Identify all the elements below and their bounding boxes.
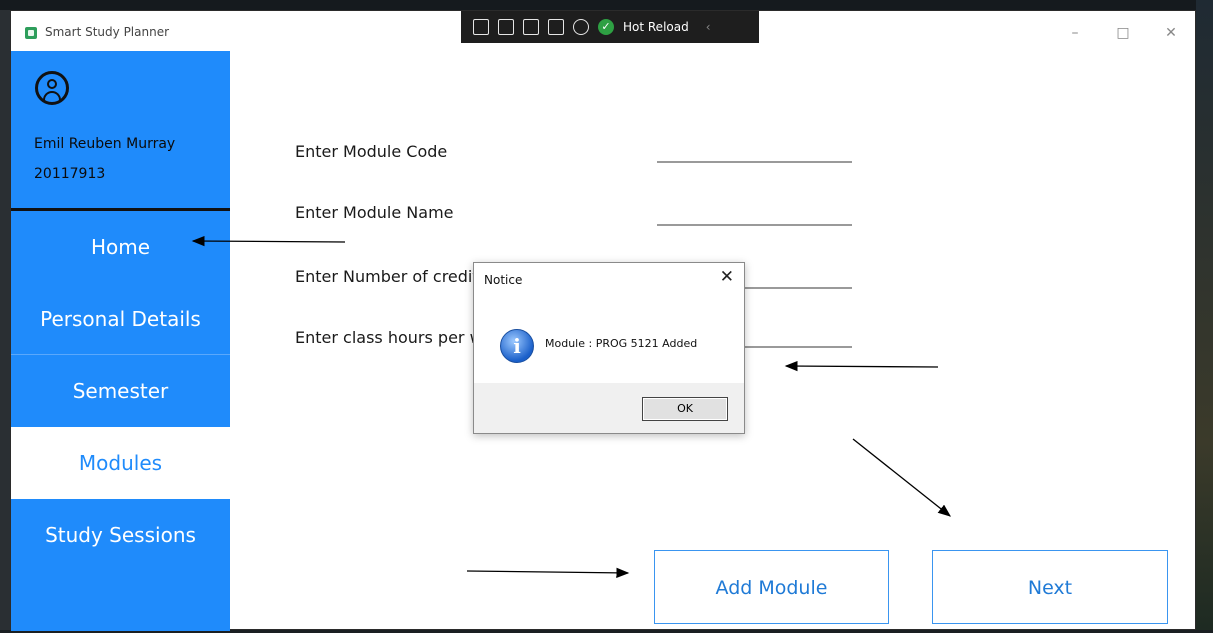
app-icon <box>25 27 37 39</box>
window-title: Smart Study Planner <box>45 25 170 39</box>
module-code-label: Enter Module Code <box>295 142 448 161</box>
live-tree-icon[interactable] <box>473 19 489 35</box>
desktop-background-top <box>0 0 1213 10</box>
module-name-label: Enter Module Name <box>295 203 454 222</box>
ok-button[interactable]: OK <box>642 397 728 421</box>
minimize-button[interactable]: – <box>1055 21 1095 45</box>
maximize-button[interactable]: □ <box>1103 21 1143 45</box>
sidebar-item-study-sessions[interactable]: Study Sessions <box>11 499 230 631</box>
notice-dialog: Notice ✕ i Module : PROG 5121 Added OK <box>473 262 745 434</box>
module-name-input[interactable] <box>657 224 852 226</box>
profile-panel: Emil Reuben Murray 20117913 <box>11 51 230 208</box>
debug-toolbar: ✓ Hot Reload ‹ <box>461 11 759 43</box>
user-avatar-icon <box>35 71 69 105</box>
hot-reload-label[interactable]: Hot Reload <box>623 20 689 34</box>
credits-label: Enter Number of credits <box>295 267 487 286</box>
user-name: Emil Reuben Murray <box>34 136 176 152</box>
desktop-background-right <box>1196 0 1213 633</box>
close-button[interactable]: ✕ <box>1151 21 1191 45</box>
information-icon: i <box>500 329 534 363</box>
dialog-message: Module : PROG 5121 Added <box>545 337 698 350</box>
hot-reload-check-icon: ✓ <box>598 19 614 35</box>
dialog-title: Notice <box>484 273 523 287</box>
dialog-close-icon[interactable]: ✕ <box>720 267 734 287</box>
next-button[interactable]: Next <box>932 550 1168 624</box>
binding-failures-icon[interactable] <box>573 19 589 35</box>
sidebar-item-semester[interactable]: Semester <box>11 355 230 427</box>
user-student-number: 20117913 <box>34 166 106 182</box>
dialog-footer: OK <box>474 383 744 433</box>
add-module-button[interactable]: Add Module <box>654 550 889 624</box>
sidebar: Emil Reuben Murray 20117913 Home Persona… <box>11 51 230 631</box>
sidebar-item-personal-details[interactable]: Personal Details <box>11 283 230 355</box>
module-code-input[interactable] <box>657 161 852 163</box>
collapse-toolbar-icon[interactable]: ‹ <box>706 20 711 34</box>
sidebar-item-modules[interactable]: Modules <box>11 427 230 499</box>
select-element-icon[interactable] <box>498 19 514 35</box>
track-focus-icon[interactable] <box>548 19 564 35</box>
sidebar-item-home[interactable]: Home <box>11 211 230 283</box>
display-layout-adorners-icon[interactable] <box>523 19 539 35</box>
